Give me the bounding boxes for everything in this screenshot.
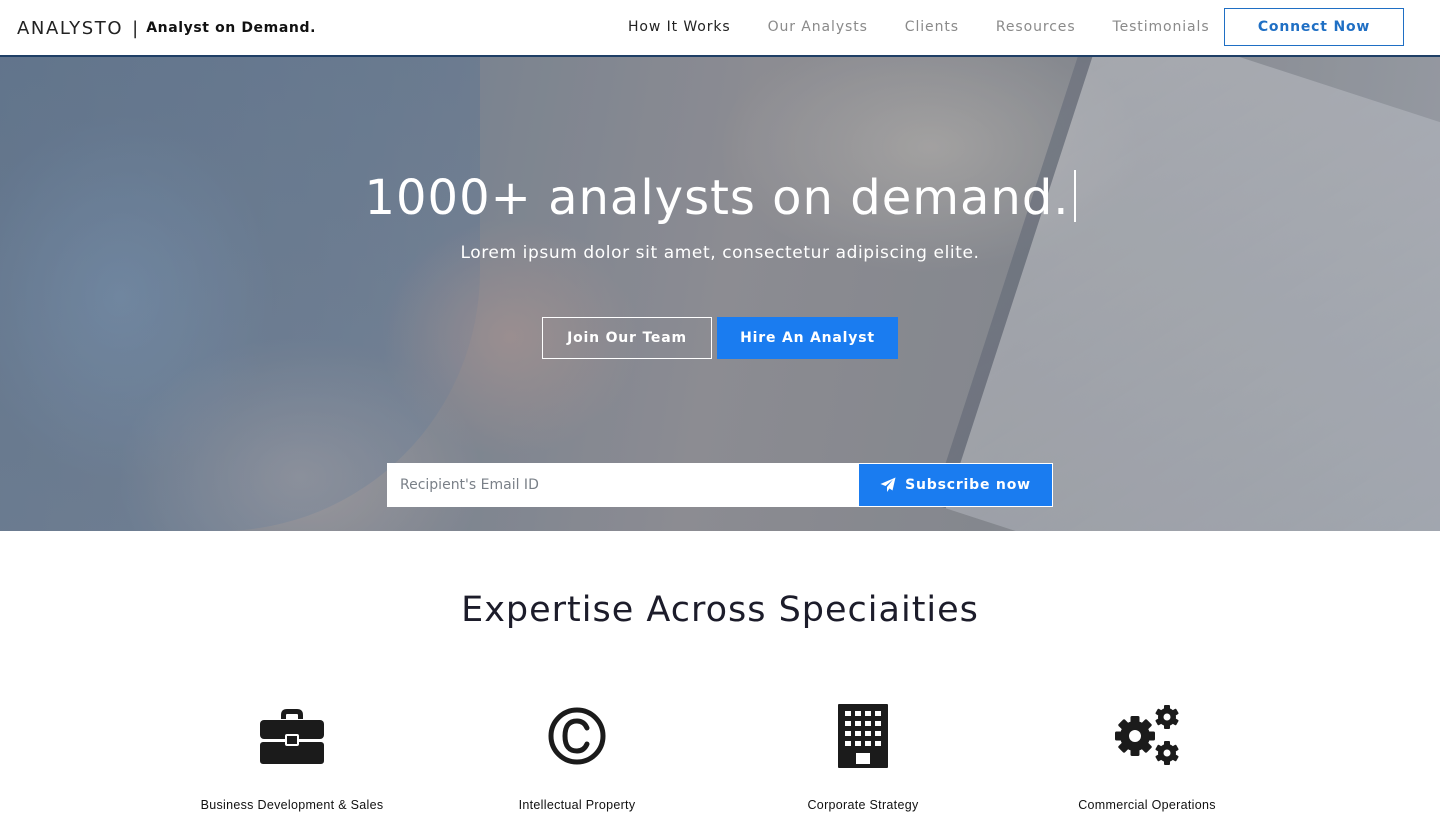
specialty-business-development[interactable]: Business Development & Sales [172, 700, 412, 815]
building-icon [743, 700, 983, 772]
main-nav: How It Works Our Analysts Clients Resour… [628, 16, 1210, 38]
join-our-team-button[interactable]: Join Our Team [542, 317, 712, 359]
connect-now-button[interactable]: Connect Now [1224, 8, 1404, 46]
specialty-label: Intellectual Property [518, 798, 636, 812]
copyright-icon [457, 700, 697, 772]
hero-subtitle: Lorem ipsum dolor sit amet, consectetur … [460, 243, 980, 263]
paper-plane-icon [880, 477, 896, 492]
email-input[interactable] [387, 463, 858, 507]
brand-tagline: Analyst on Demand. [146, 20, 316, 36]
hire-an-analyst-button[interactable]: Hire An Analyst [717, 317, 898, 359]
brand-logo[interactable]: ANALYSTO | Analyst on Demand. [17, 14, 316, 42]
hero-title-text: 1000+ analysts on demand. [364, 170, 1070, 226]
section-title-expertise: Expertise Across Speciaities [461, 590, 979, 630]
specialty-corporate-strategy[interactable]: Corporate Strategy [743, 700, 983, 815]
hero-button-group: Join Our Team Hire An Analyst [542, 317, 898, 359]
nav-link-testimonials[interactable]: Testimonials [1113, 19, 1210, 35]
subscribe-button-label: Subscribe now [905, 477, 1031, 493]
gears-icon [1027, 700, 1267, 772]
briefcase-icon [172, 700, 412, 772]
specialty-label: Business Development & Sales [200, 798, 384, 812]
typing-cursor [1073, 170, 1076, 222]
subscribe-button[interactable]: Subscribe now [858, 463, 1053, 507]
subscribe-form: Subscribe now [387, 463, 1053, 507]
specialty-intellectual-property[interactable]: Intellectual Property [457, 700, 697, 815]
nav-link-resources[interactable]: Resources [996, 19, 1076, 35]
brand-separator: | [132, 17, 139, 39]
hero-title: 1000+ analysts on demand. [0, 170, 1440, 226]
nav-link-our-analysts[interactable]: Our Analysts [768, 19, 868, 35]
specialty-commercial-operations[interactable]: Commercial Operations [1027, 700, 1267, 815]
specialty-label: Corporate Strategy [807, 798, 919, 812]
specialty-label: Commercial Operations [1078, 798, 1216, 812]
brand-name: ANALYSTO [17, 17, 124, 39]
hero-section: 1000+ analysts on demand. Lorem ipsum do… [0, 57, 1440, 531]
nav-link-how-it-works[interactable]: How It Works [628, 19, 731, 35]
top-navbar: ANALYSTO | Analyst on Demand. How It Wor… [0, 0, 1440, 57]
nav-link-clients[interactable]: Clients [905, 19, 959, 35]
